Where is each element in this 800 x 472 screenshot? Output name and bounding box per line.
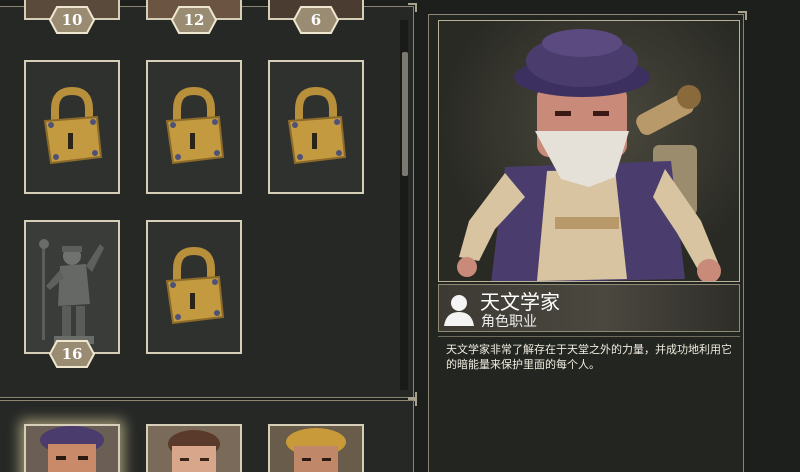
locked-character-card[interactable] xyxy=(268,60,364,194)
padlock-icon xyxy=(43,86,103,165)
level-number: 6 xyxy=(310,11,322,29)
character-artwork xyxy=(438,20,740,282)
padlock-icon xyxy=(287,86,347,165)
padlock-icon xyxy=(165,86,225,165)
astronomer-portrait xyxy=(40,426,104,472)
character-portrait-card[interactable] xyxy=(146,424,242,472)
level-badge: 16 xyxy=(49,340,95,368)
character-card[interactable]: 12 xyxy=(146,0,242,34)
character-portrait-card[interactable] xyxy=(268,424,364,472)
character-card[interactable]: 16 xyxy=(24,220,120,368)
level-badge: 12 xyxy=(171,6,217,34)
level-badge: 6 xyxy=(293,6,339,34)
astronomer-illustration xyxy=(457,29,721,281)
divider xyxy=(438,336,740,337)
level-badge: 10 xyxy=(49,6,95,34)
padlock-icon xyxy=(165,246,225,325)
character-role: 角色职业 xyxy=(481,314,537,330)
locked-character-card[interactable] xyxy=(24,60,120,194)
panel-corner-ornament xyxy=(738,11,747,20)
scrollbar-thumb[interactable] xyxy=(402,52,408,176)
locked-character-card[interactable] xyxy=(146,60,242,194)
character-portrait-card[interactable] xyxy=(24,424,120,472)
panel-corner-ornament xyxy=(408,3,417,12)
locked-character-card[interactable] xyxy=(146,220,242,354)
character-portrait xyxy=(286,428,346,472)
level-number: 16 xyxy=(61,345,83,363)
user-silhouette-icon xyxy=(444,295,474,326)
character-portrait xyxy=(168,430,220,472)
panel-corner-ornament xyxy=(408,397,417,406)
character-figurine xyxy=(39,239,104,344)
character-card[interactable]: 10 xyxy=(24,0,120,34)
character-card[interactable]: 6 xyxy=(268,0,364,34)
level-number: 10 xyxy=(61,11,83,29)
character-description: 天文学家非常了解存在于天堂之外的力量，并成功地利用它的暗能量来保护里面的每个人。 xyxy=(446,343,732,371)
level-number: 12 xyxy=(183,11,205,29)
